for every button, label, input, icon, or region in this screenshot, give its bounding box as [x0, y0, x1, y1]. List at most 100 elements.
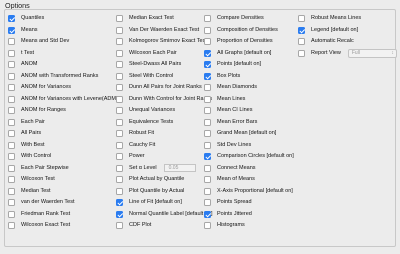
checkbox[interactable] — [8, 199, 15, 206]
option-friedman-rank-test[interactable]: Friedman Rank Test — [8, 210, 70, 219]
option-dunn-with-control-for-joint-ranks[interactable]: Dunn With Control for Joint Ranks — [116, 95, 212, 104]
report-view-select[interactable]: Full ↕ — [347, 48, 397, 58]
option-connect-means[interactable]: Connect Means — [204, 164, 256, 173]
option-steel-with-control[interactable]: Steel With Control — [116, 72, 173, 81]
checkbox[interactable] — [204, 199, 211, 206]
option-equivalence-tests[interactable]: Equivalence Tests — [116, 118, 173, 127]
option-anom[interactable]: ANOM — [8, 60, 38, 69]
checkbox[interactable] — [116, 141, 123, 149]
checkbox[interactable] — [8, 72, 15, 80]
option-points[interactable]: Points [default on] — [204, 60, 261, 69]
option-anom-for-variances[interactable]: ANOM for Variances — [8, 83, 71, 92]
checkbox[interactable] — [298, 38, 305, 45]
option-anom-with-transformed-ranks[interactable]: ANOM with Transformed Ranks — [8, 72, 98, 81]
checkbox[interactable] — [204, 72, 211, 80]
checkbox[interactable] — [204, 187, 211, 195]
option-histograms[interactable]: Histograms — [204, 221, 245, 230]
option-van-der-waerden-test[interactable]: van der Waerden Test — [8, 198, 75, 207]
option-plot-actual-by-quantile[interactable]: Plot Actual by Quantile — [116, 175, 184, 184]
checkbox[interactable] — [8, 153, 15, 160]
option-median-test[interactable]: Median Test — [8, 187, 51, 196]
option-wilcoxon-each-pair[interactable]: Wilcoxon Each Pair — [116, 49, 177, 58]
option-box-plots[interactable]: Box Plots — [204, 72, 240, 81]
option-all-graphs[interactable]: All Graphs [default on] — [204, 49, 271, 58]
checkbox[interactable] — [8, 176, 15, 183]
option-automatic-recalc[interactable]: Automatic Recalc — [298, 37, 354, 46]
option-quantiles[interactable]: Quantiles — [8, 14, 44, 23]
option-dunn-all-pairs-for-joint-ranks[interactable]: Dunn All Pairs for Joint Ranks — [116, 83, 202, 92]
option-means[interactable]: Means — [8, 26, 38, 35]
option-cdf-plot[interactable]: CDF Plot — [116, 221, 151, 230]
option-cauchy-fit[interactable]: Cauchy Fit — [116, 141, 155, 150]
checkbox[interactable] — [8, 84, 15, 91]
checkbox[interactable] — [116, 84, 123, 91]
checkbox[interactable] — [8, 130, 15, 137]
option-mean-lines[interactable]: Mean Lines — [204, 95, 245, 104]
checkbox[interactable] — [116, 107, 123, 114]
checkbox[interactable] — [204, 95, 211, 103]
checkbox[interactable] — [8, 95, 15, 103]
option-wilcoxon-test[interactable]: Wilcoxon Test — [8, 175, 55, 184]
option-proportion-of-densities[interactable]: Proportion of Densities — [204, 37, 273, 46]
option-points-spread[interactable]: Points Spread — [204, 198, 252, 207]
option-grand-mean[interactable]: Grand Mean [default on] — [204, 129, 276, 138]
option-mean-ci-lines[interactable]: Mean CI Lines — [204, 106, 252, 115]
checkbox[interactable] — [116, 38, 123, 45]
checkbox[interactable] — [204, 107, 211, 114]
checkbox[interactable] — [8, 15, 15, 22]
checkbox[interactable] — [8, 164, 15, 172]
option-median-exact-test[interactable]: Median Exact Test — [116, 14, 174, 23]
checkbox[interactable] — [8, 61, 15, 68]
option-anom-for-variances-with-levene-adm[interactable]: ANOM for Variances with Levene(ADM) — [8, 95, 118, 104]
checkbox[interactable] — [298, 49, 305, 57]
option-robust-means-lines[interactable]: Robust Means Lines — [298, 14, 361, 23]
option-van-der-waerden-exact-test[interactable]: Van Der Waerden Exact Test — [116, 26, 199, 35]
option-all-pairs[interactable]: All Pairs — [8, 129, 41, 138]
checkbox[interactable] — [204, 26, 211, 34]
checkbox[interactable] — [204, 15, 211, 22]
alpha-level-input[interactable]: 0.05 — [163, 164, 196, 172]
checkbox[interactable] — [116, 164, 123, 172]
checkbox[interactable] — [204, 84, 211, 91]
checkbox[interactable] — [116, 176, 123, 183]
option-with-control[interactable]: With Control — [8, 152, 51, 161]
checkbox[interactable] — [8, 118, 15, 126]
checkbox[interactable] — [204, 38, 211, 45]
option-power[interactable]: Power — [116, 152, 145, 161]
option-each-pair-stepwise[interactable]: Each Pair Stepwise — [8, 164, 69, 173]
option-mean-error-bars[interactable]: Mean Error Bars — [204, 118, 257, 127]
checkbox[interactable] — [204, 153, 211, 160]
checkbox[interactable] — [8, 222, 15, 229]
checkbox[interactable] — [8, 210, 15, 218]
checkbox[interactable] — [204, 164, 211, 172]
option-each-pair[interactable]: Each Pair — [8, 118, 45, 127]
checkbox[interactable] — [116, 210, 123, 218]
option-normal-quantile-label[interactable]: Normal Quantile Label [default on] — [116, 210, 212, 219]
option-set-level[interactable]: Set α Level 0.05 — [116, 164, 196, 173]
option-robust-fit[interactable]: Robust Fit — [116, 129, 154, 138]
option-kolmogorov-smirnov-exact-test[interactable]: Kolmogorov Smirnov Exact Test — [116, 37, 207, 46]
option-std-dev-lines[interactable]: Std Dev Lines — [204, 141, 251, 150]
checkbox[interactable] — [204, 61, 211, 68]
option-anom-for-ranges[interactable]: ANOM for Ranges — [8, 106, 66, 115]
checkbox[interactable] — [116, 130, 123, 137]
option-line-of-fit[interactable]: Line of Fit [default on] — [116, 198, 182, 207]
option-with-best[interactable]: With Best — [8, 141, 45, 150]
checkbox[interactable] — [116, 26, 123, 34]
option-wilcoxon-exact-test[interactable]: Wilcoxon Exact Test — [8, 221, 70, 230]
option-mean-of-means[interactable]: Mean of Means — [204, 175, 255, 184]
checkbox[interactable] — [8, 38, 15, 45]
checkbox[interactable] — [204, 176, 211, 183]
checkbox[interactable] — [116, 118, 123, 126]
checkbox[interactable] — [8, 187, 15, 195]
checkbox[interactable] — [204, 130, 211, 137]
checkbox[interactable] — [116, 199, 123, 206]
option-t-test[interactable]: t Test — [8, 49, 34, 58]
checkbox[interactable] — [116, 49, 123, 57]
checkbox[interactable] — [204, 141, 211, 149]
checkbox[interactable] — [204, 49, 211, 57]
checkbox[interactable] — [8, 141, 15, 149]
checkbox[interactable] — [116, 15, 123, 22]
option-x-axis-proportional[interactable]: X-Axis Proportional [default on] — [204, 187, 293, 196]
option-legend[interactable]: Legend [default on] — [298, 26, 358, 35]
